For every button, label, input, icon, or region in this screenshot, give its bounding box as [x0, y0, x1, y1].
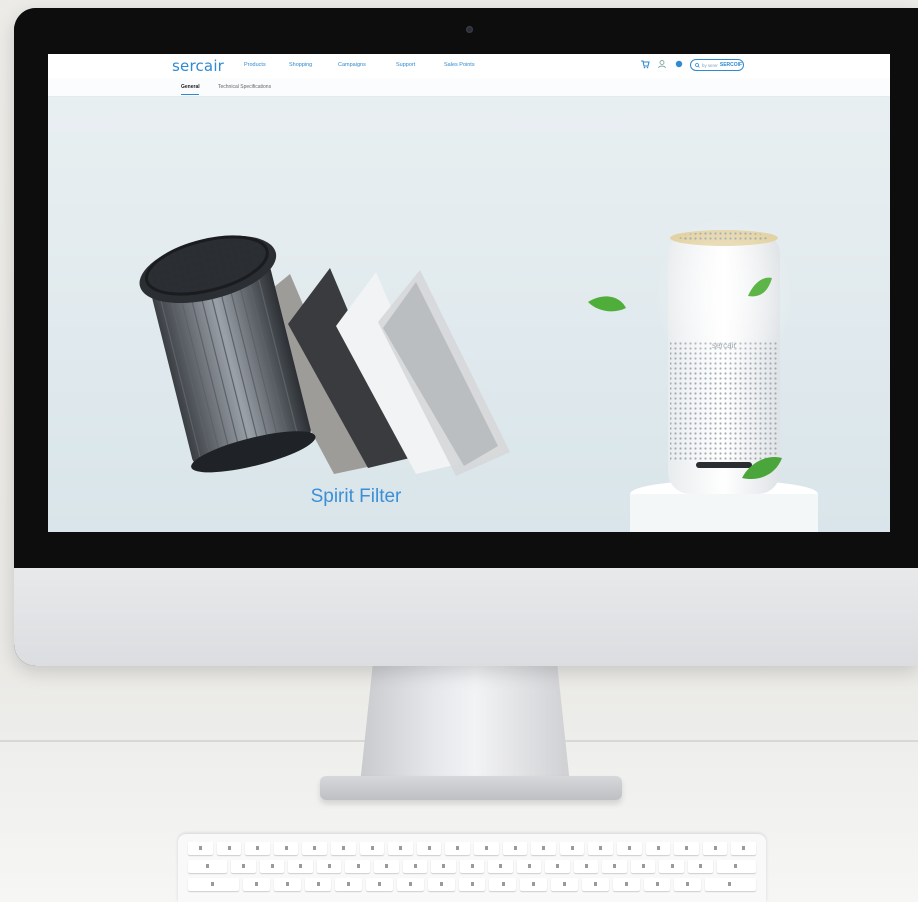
monitor-stand-base [320, 776, 622, 800]
product-subnav: General Technical Specifications [48, 78, 890, 97]
keyboard-row [188, 878, 757, 891]
user-icon[interactable] [657, 59, 667, 69]
nav-shopping[interactable]: Shopping [289, 62, 312, 68]
nav-icons [640, 59, 684, 69]
camera-icon [466, 26, 473, 33]
monitor-stand-neck [360, 666, 570, 784]
nav-campaigns[interactable]: Campaigns [338, 62, 366, 68]
keyboard [178, 834, 766, 902]
hero-title: Spirit Filter [310, 486, 402, 507]
cart-icon[interactable] [640, 59, 650, 69]
search-input[interactable]: by serer SERCOIF [690, 59, 744, 71]
search-prefix: by serer [702, 62, 718, 68]
search-brand: SERCOIF [719, 62, 743, 68]
desk-scene: sercair Products Shopping Campaigns Supp… [0, 0, 918, 902]
site-logo[interactable]: sercair [172, 57, 224, 75]
monitor-chin [14, 568, 918, 666]
nav-support[interactable]: Support [396, 62, 415, 68]
hero-product-image: sercair [139, 216, 818, 532]
tab-general[interactable]: General [181, 84, 200, 90]
keyboard-row [188, 860, 756, 873]
search-icon [695, 62, 700, 68]
dot-icon[interactable] [674, 59, 684, 69]
nav-products[interactable]: Products [244, 62, 266, 68]
tab-technical-specifications[interactable]: Technical Specifications [218, 84, 271, 90]
tab-underline [181, 94, 199, 95]
website-screen: sercair Products Shopping Campaigns Supp… [48, 54, 890, 532]
leaf-icon [588, 296, 626, 312]
keyboard-row [188, 842, 756, 855]
nav-sales-points[interactable]: Sales Points [444, 62, 475, 68]
site-navbar: sercair Products Shopping Campaigns Supp… [48, 54, 890, 79]
